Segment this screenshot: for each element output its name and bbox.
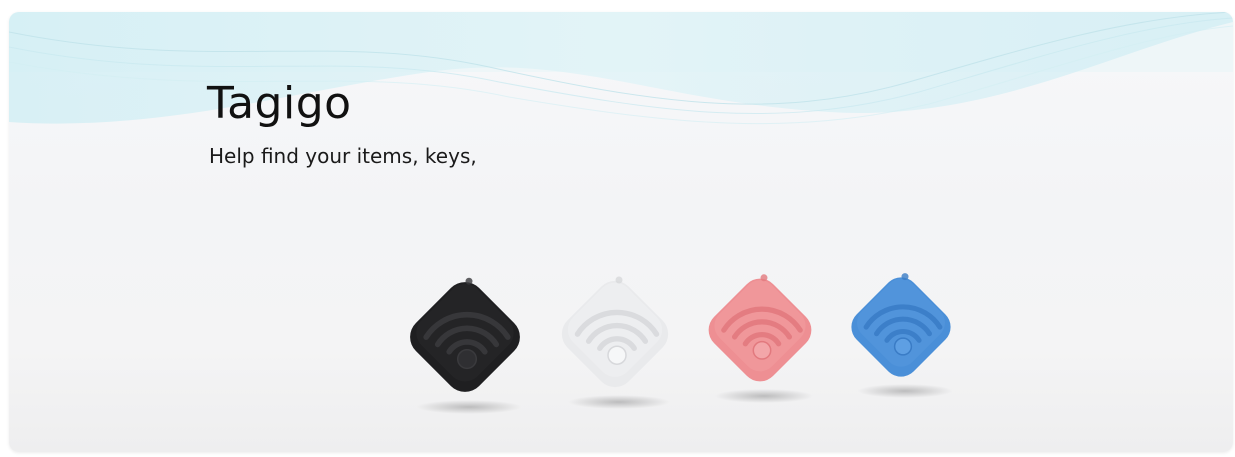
pink-tracker [708, 274, 814, 403]
hero-banner: Tagigo Help find your items, keys, [9, 12, 1233, 452]
product-lineup [410, 273, 953, 414]
white-tracker [561, 276, 670, 409]
black-tracker [410, 277, 522, 414]
blue-tracker [851, 273, 953, 398]
